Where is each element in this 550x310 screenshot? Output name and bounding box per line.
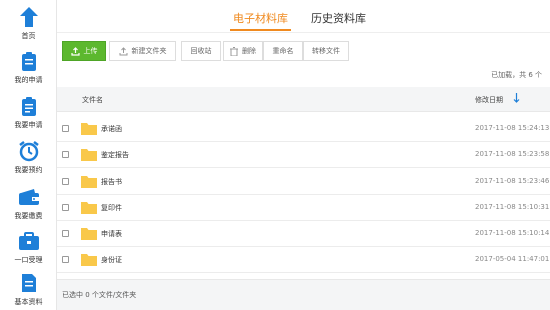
upload-button[interactable]: 上传 (62, 41, 106, 61)
folder-icon (81, 122, 97, 137)
row-checkbox[interactable] (62, 178, 69, 185)
sort-down-icon[interactable] (513, 93, 520, 105)
briefcase-icon (18, 230, 40, 252)
sidebar-item-my-applications[interactable]: 我的申请 (0, 46, 57, 90)
row-checkbox[interactable] (62, 256, 69, 263)
alarm-clock-icon (18, 140, 40, 162)
sidebar-item-home[interactable]: 首页 (0, 2, 57, 46)
sidebar-item-label: 基本资料 (14, 298, 43, 306)
table-row[interactable]: 身份证 2017-05-04 11:47:01 (57, 247, 550, 273)
rename-button[interactable]: 重命名 (263, 41, 303, 61)
column-header-modified-date[interactable]: 修改日期 (475, 95, 503, 105)
sidebar-item-label: 首页 (21, 32, 36, 40)
table-row[interactable]: 申请表 2017-11-08 15:10:14 (57, 221, 550, 247)
clipboard-edit-icon (18, 95, 40, 117)
sidebar-item-one-stop[interactable]: 一口受理 (0, 226, 57, 270)
tab-history-library[interactable]: 历史资料库 (311, 10, 366, 26)
document-icon (18, 272, 40, 294)
folder-icon (81, 148, 97, 163)
sidebar-item-label: 我要预约 (14, 166, 43, 174)
loaded-count: 已加载，共 6 个 (491, 71, 542, 79)
selection-footer: 已选中 0 个文件/文件夹 (57, 279, 550, 310)
move-file-button[interactable]: 转移文件 (303, 41, 349, 61)
file-name[interactable]: 复印件 (101, 203, 122, 213)
tab-electronic-library[interactable]: 电子材料库 (230, 10, 291, 31)
move-file-label: 转移文件 (312, 47, 340, 55)
table-row[interactable]: 复印件 2017-11-08 15:10:31 (57, 195, 550, 221)
new-folder-icon (119, 46, 128, 56)
file-date: 2017-11-08 15:10:31 (475, 203, 550, 211)
folder-icon (81, 175, 97, 190)
wallet-icon (18, 186, 40, 208)
file-name[interactable]: 承诺函 (101, 124, 122, 134)
sidebar-item-basic-info[interactable]: 基本资料 (0, 268, 57, 310)
file-name[interactable]: 报告书 (101, 177, 122, 187)
file-date: 2017-11-08 15:24:13 (475, 124, 550, 132)
selection-count: 已选中 0 个文件/文件夹 (62, 291, 137, 299)
file-date: 2017-05-04 11:47:01 (475, 255, 550, 263)
sidebar-item-appointment[interactable]: 我要预约 (0, 136, 57, 180)
file-name[interactable]: 身份证 (101, 255, 122, 265)
tab-divider (57, 32, 550, 33)
row-checkbox[interactable] (62, 204, 69, 211)
delete-button[interactable]: 删除 (223, 41, 263, 61)
row-checkbox[interactable] (62, 151, 69, 158)
table-row[interactable]: 鉴定报告 2017-11-08 15:23:58 (57, 142, 550, 168)
sidebar-item-label: 我要缴费 (14, 212, 43, 220)
recycle-bin-label: 回收站 (190, 47, 212, 55)
rename-label: 重命名 (272, 47, 294, 55)
tab-bar: 电子材料库 历史资料库 (57, 0, 550, 33)
folder-icon (81, 201, 97, 216)
folder-icon (81, 227, 97, 242)
upload-icon (70, 46, 80, 56)
clipboard-icon (18, 50, 40, 72)
table-header: 文件名 修改日期 (57, 87, 550, 112)
column-header-filename[interactable]: 文件名 (82, 95, 103, 105)
sidebar: 首页 我的申请 我要申请 我要预约 我要缴费 一口受理 基本资料 (0, 0, 57, 310)
upload-label: 上传 (83, 47, 98, 55)
folder-icon (81, 253, 97, 268)
home-icon (18, 6, 40, 28)
sidebar-item-payment[interactable]: 我要缴费 (0, 182, 57, 226)
file-name[interactable]: 鉴定报告 (101, 150, 129, 160)
trash-icon (230, 46, 238, 56)
sidebar-item-label: 我要申请 (14, 121, 43, 129)
file-name[interactable]: 申请表 (101, 229, 122, 239)
row-checkbox[interactable] (62, 230, 69, 237)
new-folder-button[interactable]: 新建文件夹 (109, 41, 176, 61)
sidebar-item-apply[interactable]: 我要申请 (0, 91, 57, 135)
file-date: 2017-11-08 15:23:58 (475, 150, 550, 158)
table-row[interactable]: 报告书 2017-11-08 15:23:46 (57, 169, 550, 195)
recycle-bin-button[interactable]: 回收站 (181, 41, 221, 61)
delete-label: 删除 (242, 47, 256, 55)
sidebar-item-label: 一口受理 (14, 256, 43, 264)
table-row[interactable]: 承诺函 2017-11-08 15:24:13 (57, 116, 550, 142)
new-folder-label: 新建文件夹 (131, 47, 167, 55)
sidebar-item-label: 我的申请 (14, 76, 43, 84)
file-date: 2017-11-08 15:23:46 (475, 177, 550, 185)
row-checkbox[interactable] (62, 125, 69, 132)
file-date: 2017-11-08 15:10:14 (475, 229, 550, 237)
